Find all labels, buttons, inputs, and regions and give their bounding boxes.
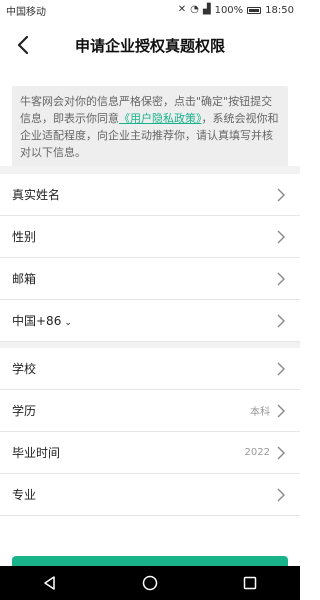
email-label: 邮箱 bbox=[12, 272, 37, 286]
chevron-right-icon bbox=[277, 488, 285, 501]
chevron-right-icon bbox=[277, 362, 285, 375]
chevron-right-icon bbox=[277, 314, 285, 327]
real-name-label: 真实姓名 bbox=[12, 188, 61, 202]
chevron-down-icon[interactable]: ⌄ bbox=[64, 318, 72, 328]
degree-label: 学历 bbox=[12, 404, 37, 418]
chevron-right-icon bbox=[277, 404, 285, 417]
status-bar: 中国移动 ✕ ◔ ▟ 100% 18:50 bbox=[0, 0, 300, 20]
school-label: 学校 bbox=[12, 362, 37, 376]
section-divider bbox=[0, 166, 300, 174]
wifi-icon: ◔ bbox=[190, 4, 199, 15]
mute-icon: ✕ bbox=[177, 4, 187, 15]
status-icons: ✕ ◔ ▟ 100% 18:50 bbox=[178, 5, 294, 16]
battery-icon bbox=[247, 6, 262, 14]
gender-label: 性别 bbox=[12, 230, 37, 244]
privacy-notice: 牛客网会对你的信息严格保密，点击"确定"按钮提交信息，即表示你同意《用户隐私政策… bbox=[12, 86, 288, 169]
nav-back-button[interactable] bbox=[30, 568, 70, 598]
battery-percent: 100% bbox=[214, 4, 244, 16]
privacy-policy-link[interactable]: 《用户隐私政策》 bbox=[119, 112, 202, 125]
graduation-time-value: 2022 bbox=[244, 447, 270, 458]
back-button[interactable] bbox=[10, 32, 36, 58]
system-nav-bar bbox=[0, 566, 300, 600]
back-arrow-icon bbox=[17, 36, 29, 54]
header: 申请企业授权真题权限 bbox=[0, 20, 300, 70]
chevron-right-icon bbox=[277, 188, 285, 201]
graduation-time-row[interactable]: 毕业时间 2022 bbox=[0, 432, 300, 474]
square-recents-icon bbox=[243, 576, 257, 590]
real-name-row[interactable]: 真实姓名 bbox=[0, 174, 300, 216]
nav-home-button[interactable] bbox=[130, 568, 170, 598]
degree-row[interactable]: 学历 本科 bbox=[0, 390, 300, 432]
gender-row[interactable]: 性别 bbox=[0, 216, 300, 258]
signal-icon: ▟ bbox=[202, 4, 211, 15]
country-code-selector[interactable]: 中国+86 bbox=[12, 314, 61, 328]
circle-home-icon bbox=[142, 575, 158, 591]
chevron-right-icon bbox=[277, 446, 285, 459]
chevron-right-icon bbox=[277, 230, 285, 243]
chevron-right-icon bbox=[277, 272, 285, 285]
email-row[interactable]: 邮箱 bbox=[0, 258, 300, 300]
major-label: 专业 bbox=[12, 488, 37, 502]
carrier-name: 中国移动 bbox=[6, 6, 46, 18]
major-row[interactable]: 专业 bbox=[0, 474, 300, 516]
school-row[interactable]: 学校 bbox=[0, 348, 300, 390]
phone-row[interactable]: 中国+86 ⌄ bbox=[0, 300, 300, 342]
graduation-time-label: 毕业时间 bbox=[12, 446, 61, 460]
degree-value: 本科 bbox=[250, 407, 270, 418]
triangle-back-icon bbox=[44, 576, 55, 590]
nav-recents-button[interactable] bbox=[230, 568, 270, 598]
page-title: 申请企业授权真题权限 bbox=[74, 36, 225, 55]
clock: 18:50 bbox=[265, 4, 294, 16]
